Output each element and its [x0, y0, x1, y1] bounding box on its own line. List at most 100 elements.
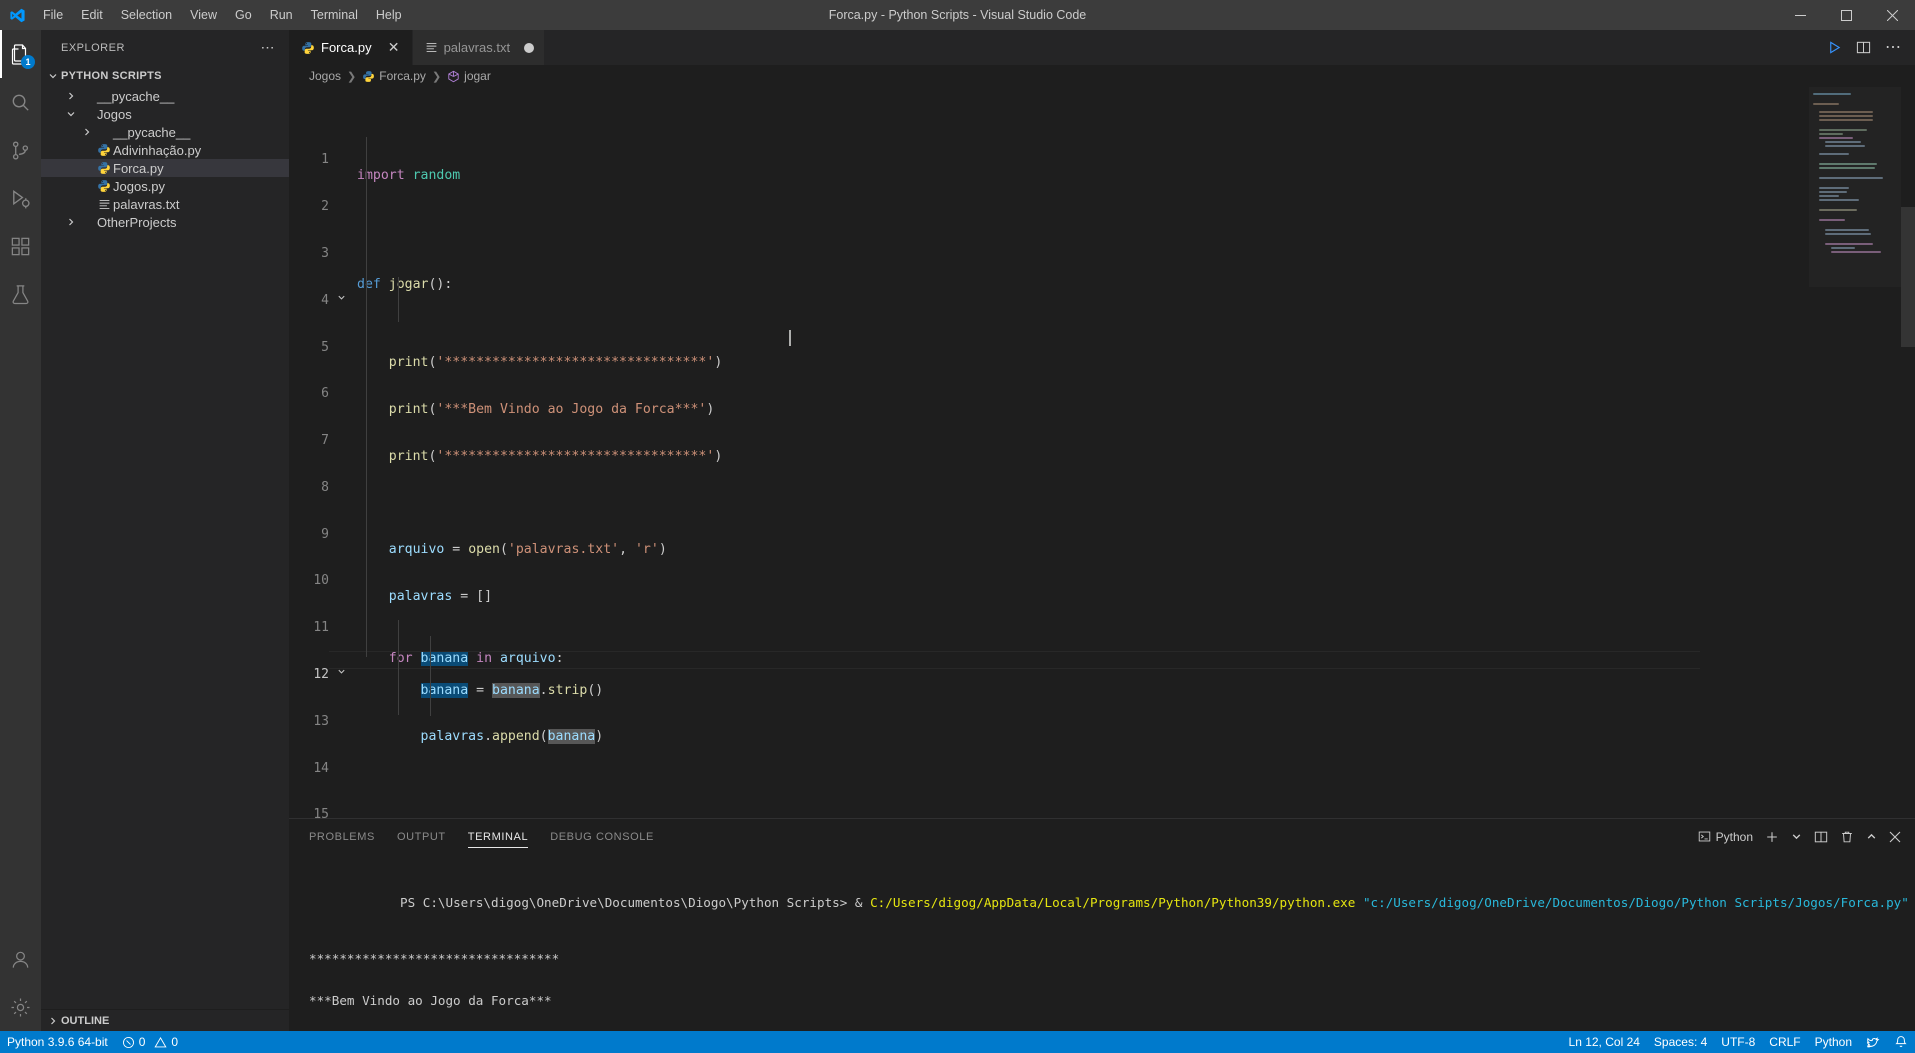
tree-item-forca-py[interactable]: Forca.py — [41, 159, 289, 177]
text-file-icon — [425, 41, 438, 54]
code-editor[interactable]: 1 import random 2 3 def jogar(): 4 5 pri… — [289, 87, 1915, 818]
tree-item-pycache-root[interactable]: __pycache__ — [41, 87, 289, 105]
menu-run[interactable]: Run — [261, 4, 302, 26]
panel-tab-output[interactable]: OUTPUT — [397, 819, 446, 854]
status-bar-right: Ln 12, Col 24 Spaces: 4 UTF-8 CRLF Pytho… — [1562, 1031, 1915, 1053]
sidebar-title: EXPLORER — [61, 41, 125, 54]
tree-item-pycache-jogos[interactable]: __pycache__ — [41, 123, 289, 141]
activity-search[interactable] — [0, 78, 41, 126]
chevron-right-icon: ❯ — [347, 70, 357, 83]
code-line: 11 for banana in arquivo: — [289, 605, 564, 674]
trash-icon[interactable] — [1840, 830, 1854, 844]
split-editor-icon[interactable] — [1856, 40, 1871, 55]
close-button[interactable] — [1869, 0, 1915, 30]
panel-tab-terminal[interactable]: TERMINAL — [467, 819, 529, 854]
split-icon[interactable] — [1814, 830, 1828, 844]
code-line-current: 12 banana = banana.strip() — [289, 651, 1703, 698]
tab-close-button[interactable]: ✕ — [386, 39, 402, 56]
activity-manage[interactable] — [0, 983, 41, 1031]
scrollbar-thumb[interactable] — [1901, 207, 1915, 347]
minimap[interactable] — [1809, 87, 1901, 818]
activity-explorer[interactable]: 1 — [0, 30, 41, 78]
tree-item-adivinhacao-py[interactable]: Adivinhação.py — [41, 141, 289, 159]
code-line: 13 palavras.append(banana) — [289, 698, 603, 745]
symbol-method-icon — [447, 70, 460, 83]
menu-edit[interactable]: Edit — [72, 4, 112, 26]
status-editor-indentation[interactable]: Spaces: 4 — [1647, 1031, 1714, 1053]
chevron-down-icon — [45, 71, 61, 81]
editor-scrollbar-vertical[interactable] — [1901, 87, 1915, 818]
menu-go[interactable]: Go — [226, 4, 261, 26]
code-area[interactable]: 1 import random 2 3 def jogar(): 4 5 pri… — [289, 87, 1915, 818]
terminal-output[interactable]: PS C:\Users\digog\OneDrive\Documentos\Di… — [289, 854, 1915, 1031]
code-line: 7 print('*******************************… — [289, 417, 722, 464]
panel-tab-debug-console[interactable]: DEBUG CONSOLE — [550, 819, 654, 854]
activity-bar: 1 — [0, 30, 41, 1031]
activity-extensions[interactable] — [0, 222, 41, 270]
title-bar: File Edit Selection View Go Run Terminal… — [0, 0, 1915, 30]
chevron-up-icon[interactable] — [1866, 831, 1877, 842]
breadcrumb-item-symbol[interactable]: jogar — [464, 69, 491, 83]
outline-section[interactable]: OUTLINE — [41, 1009, 289, 1031]
tab-forca-py[interactable]: Forca.py ✕ — [289, 30, 413, 65]
status-editor-language[interactable]: Python — [1808, 1031, 1859, 1053]
tree-item-jogos-py[interactable]: Jogos.py — [41, 177, 289, 195]
activity-accounts[interactable] — [0, 935, 41, 983]
play-icon[interactable] — [1827, 40, 1842, 55]
vscode-window: File Edit Selection View Go Run Terminal… — [0, 0, 1915, 1053]
tab-label: palavras.txt — [443, 40, 511, 55]
bell-icon — [1894, 1035, 1908, 1049]
explorer-root-section[interactable]: PYTHON SCRIPTS — [41, 65, 289, 87]
menu-terminal[interactable]: Terminal — [302, 4, 367, 26]
chevron-right-icon — [45, 1016, 61, 1026]
ellipsis-icon[interactable]: ⋯ — [1885, 39, 1901, 55]
python-icon — [95, 143, 113, 157]
activity-source-control[interactable] — [0, 126, 41, 174]
chevron-down-icon[interactable] — [1791, 831, 1802, 842]
maximize-button[interactable] — [1823, 0, 1869, 30]
activity-testing[interactable] — [0, 270, 41, 318]
menu-file[interactable]: File — [34, 4, 72, 26]
menu-help[interactable]: Help — [367, 4, 411, 26]
tree-item-palavras-txt[interactable]: palavras.txt — [41, 195, 289, 213]
menu-selection[interactable]: Selection — [112, 4, 181, 26]
bottom-panel: PROBLEMS OUTPUT TERMINAL DEBUG CONSOLE P… — [289, 818, 1915, 1031]
chevron-right-icon — [63, 91, 79, 101]
sidebar: EXPLORER ⋯ PYTHON SCRIPTS __pycache__ Jo… — [41, 30, 289, 1031]
status-notifications[interactable] — [1887, 1031, 1915, 1053]
status-bar: Python 3.9.6 64-bit 0 0 Ln 12, Col 24 Sp… — [0, 1031, 1915, 1053]
ellipsis-icon[interactable]: ⋯ — [261, 39, 282, 56]
activity-run-and-debug[interactable] — [0, 174, 41, 222]
close-icon[interactable] — [1889, 831, 1901, 843]
line-number: 13 — [313, 713, 329, 729]
menu-view[interactable]: View — [181, 4, 226, 26]
error-count: 0 — [138, 1035, 146, 1049]
status-problems[interactable]: 0 0 — [115, 1031, 185, 1053]
breadcrumb-item-file[interactable]: Forca.py — [379, 69, 426, 83]
tab-dirty-indicator[interactable] — [524, 42, 535, 53]
line-number: 7 — [321, 433, 329, 449]
status-editor-encoding[interactable]: UTF-8 — [1714, 1031, 1762, 1053]
tree-item-label: Adivinhação.py — [113, 142, 202, 158]
sidebar-header: EXPLORER ⋯ — [41, 30, 289, 65]
outline-label: OUTLINE — [61, 1014, 110, 1027]
line-number: 2 — [321, 199, 329, 215]
line-number: 3 — [321, 245, 329, 261]
minimize-button[interactable] — [1777, 0, 1823, 30]
breadcrumb-item-folder[interactable]: Jogos — [309, 69, 341, 83]
panel-tab-problems[interactable]: PROBLEMS — [309, 819, 375, 854]
status-editor-eol[interactable]: CRLF — [1762, 1031, 1807, 1053]
terminal-icon — [1698, 830, 1711, 843]
plus-icon[interactable] — [1765, 830, 1779, 844]
tree-item-otherprojects[interactable]: OtherProjects — [41, 213, 289, 231]
status-feedback[interactable] — [1859, 1031, 1887, 1053]
tree-item-jogos[interactable]: Jogos — [41, 105, 289, 123]
tab-palavras-txt[interactable]: palavras.txt — [412, 30, 546, 65]
tweet-icon — [1866, 1035, 1880, 1049]
terminal-shell-selector[interactable]: Python — [1698, 830, 1753, 844]
status-editor-position[interactable]: Ln 12, Col 24 — [1562, 1031, 1647, 1053]
tree-item-label: __pycache__ — [113, 124, 191, 140]
editor-group: Forca.py ✕ palavras.txt ⋯ Jogos ❯ Forca.… — [289, 30, 1915, 1031]
status-python-interpreter[interactable]: Python 3.9.6 64-bit — [0, 1031, 115, 1053]
tree-item-label: Forca.py — [113, 160, 164, 176]
